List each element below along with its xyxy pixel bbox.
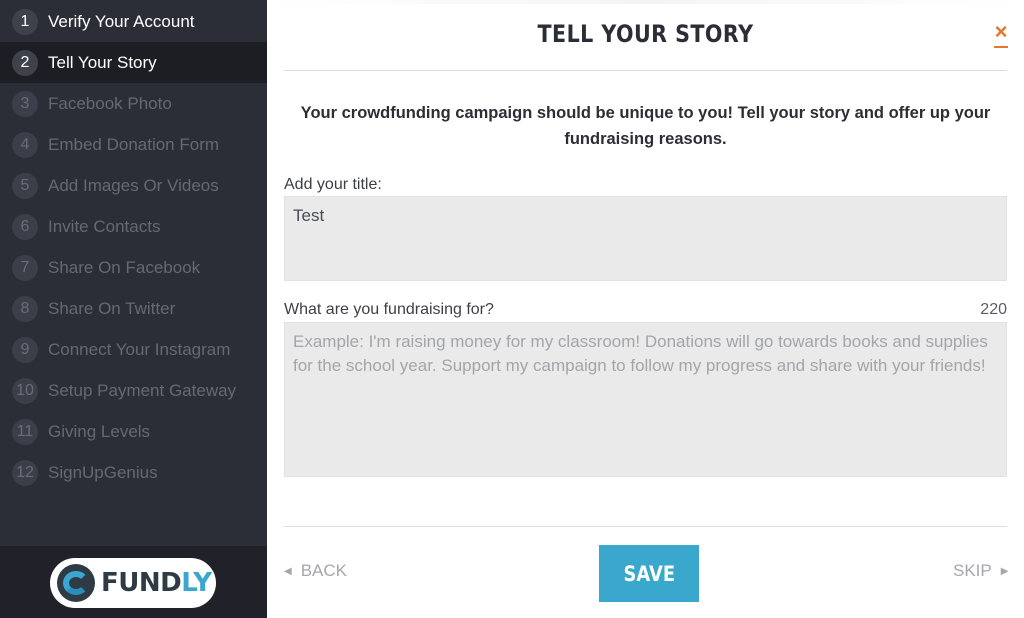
sidebar-step-4[interactable]: 4 Embed Donation Form — [0, 124, 267, 165]
panel-title: TELL YOUR STORY — [537, 20, 754, 48]
fundly-logo-icon — [57, 564, 95, 602]
sidebar-step-2[interactable]: 2 Tell Your Story — [0, 42, 267, 83]
step-number: 11 — [12, 418, 38, 445]
sidebar-step-6[interactable]: 6 Invite Contacts — [0, 206, 267, 247]
caret-left-icon: ◀ — [284, 565, 292, 577]
story-panel: TELL YOUR STORY × Your crowdfunding camp… — [267, 0, 1024, 618]
sidebar-step-10[interactable]: 10 Setup Payment Gateway — [0, 370, 267, 411]
step-label: Add Images Or Videos — [48, 175, 219, 195]
title-field-label: Add your title: — [284, 176, 382, 193]
reason-field-label: What are you fundraising for? — [284, 301, 494, 318]
step-number: 9 — [12, 336, 38, 363]
step-label: Invite Contacts — [48, 216, 161, 236]
intro-text: Your crowdfunding campaign should be uni… — [300, 104, 991, 148]
step-number: 12 — [12, 459, 38, 486]
step-number: 7 — [12, 254, 38, 281]
step-label: Tell Your Story — [48, 52, 157, 72]
step-label: Share On Twitter — [48, 298, 176, 318]
sidebar-step-8[interactable]: 8 Share On Twitter — [0, 288, 267, 329]
sidebar-step-11[interactable]: 11 Giving Levels — [0, 411, 267, 452]
step-label: Embed Donation Form — [48, 134, 220, 154]
step-list: 1 Verify Your Account 2 Tell Your Story 3 Fac… — [0, 0, 267, 493]
step-number: 1 — [12, 8, 38, 35]
step-label: Setup Payment Gateway — [48, 380, 237, 400]
save-label: SAVE — [623, 561, 675, 586]
back-button[interactable]: ◀ BACK — [284, 561, 347, 581]
step-number: 5 — [12, 172, 38, 199]
skip-label: SKIP — [953, 561, 992, 580]
header-divider — [284, 70, 1007, 71]
step-label: Giving Levels — [48, 421, 151, 441]
step-number: 6 — [12, 213, 38, 240]
step-number: 4 — [12, 131, 38, 158]
sidebar-step-9[interactable]: 9 Connect Your Instagram — [0, 329, 267, 370]
save-button[interactable]: SAVE — [599, 545, 699, 602]
title-input[interactable]: Test — [284, 196, 1007, 281]
back-label: BACK — [300, 561, 347, 580]
caret-right-icon: ▶ — [1000, 565, 1009, 577]
top-strip — [267, 0, 1024, 4]
sidebar-step-7[interactable]: 7 Share On Facebook — [0, 247, 267, 288]
close-icon[interactable]: × — [993, 21, 1009, 48]
step-label: Share On Facebook — [48, 257, 201, 277]
logo-text: FUNDLY — [101, 568, 212, 598]
step-label: Connect Your Instagram — [48, 339, 231, 359]
step-label: Facebook Photo — [48, 93, 172, 113]
sidebar-step-1[interactable]: 1 Verify Your Account — [0, 1, 267, 42]
sidebar: 1 Verify Your Account 2 Tell Your Story 3 Fac… — [0, 0, 267, 618]
fundly-logo[interactable]: FUNDLY — [50, 558, 216, 608]
char-count: 220 — [980, 301, 1007, 318]
step-number: 2 — [12, 49, 38, 76]
step-number: 8 — [12, 295, 38, 322]
sidebar-step-5[interactable]: 5 Add Images Or Videos — [0, 165, 267, 206]
sidebar-step-12[interactable]: 12 SignUpGenius — [0, 452, 267, 493]
footer-divider — [284, 526, 1007, 527]
step-number: 3 — [12, 90, 38, 117]
fundraising-reason-input[interactable] — [284, 322, 1007, 477]
step-label: Verify Your Account — [48, 11, 195, 31]
brand-area: FUNDLY — [0, 546, 267, 618]
skip-button[interactable]: SKIP ▶ — [953, 561, 1008, 581]
sidebar-step-3[interactable]: 3 Facebook Photo — [0, 83, 267, 124]
step-number: 10 — [12, 377, 38, 404]
step-label: SignUpGenius — [48, 462, 158, 482]
